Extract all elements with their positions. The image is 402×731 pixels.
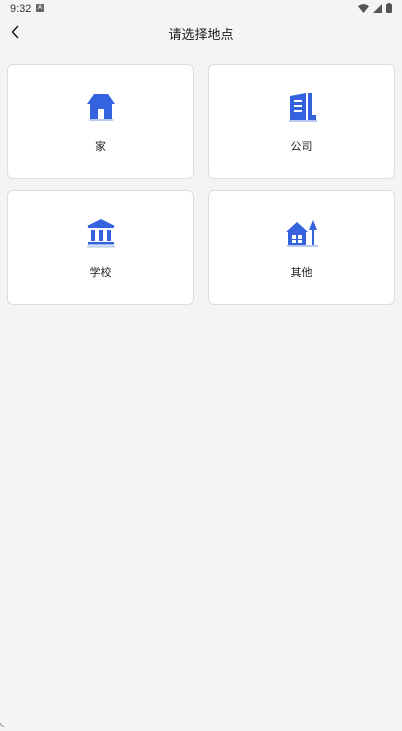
location-label: 其他 [290,266,313,279]
location-card-home[interactable]: 家 [7,64,194,179]
location-label: 学校 [89,266,112,279]
location-label: 家 [95,140,106,153]
house-icon [83,89,119,125]
corner-mark [0,712,5,728]
school-building-icon [83,215,119,251]
notification-icon: A [36,4,44,12]
office-building-icon [284,89,320,125]
battery-icon [386,3,392,13]
status-time: 9:32 [10,3,32,15]
location-card-office[interactable]: 公司 [208,64,395,179]
page-title: 请选择地点 [168,28,234,43]
signal-icon [373,3,382,13]
location-card-other[interactable]: 其他 [208,190,395,305]
location-card-school[interactable]: 学校 [7,190,194,305]
wifi-icon [358,3,369,13]
location-grid: 家 公司 学校 其他 [7,64,395,305]
app-bar: 请选择地点 [0,18,402,48]
location-label: 公司 [290,140,313,153]
status-bar: 9:32 A [0,0,402,18]
house-with-tree-icon [284,215,320,251]
status-icons [358,3,392,13]
